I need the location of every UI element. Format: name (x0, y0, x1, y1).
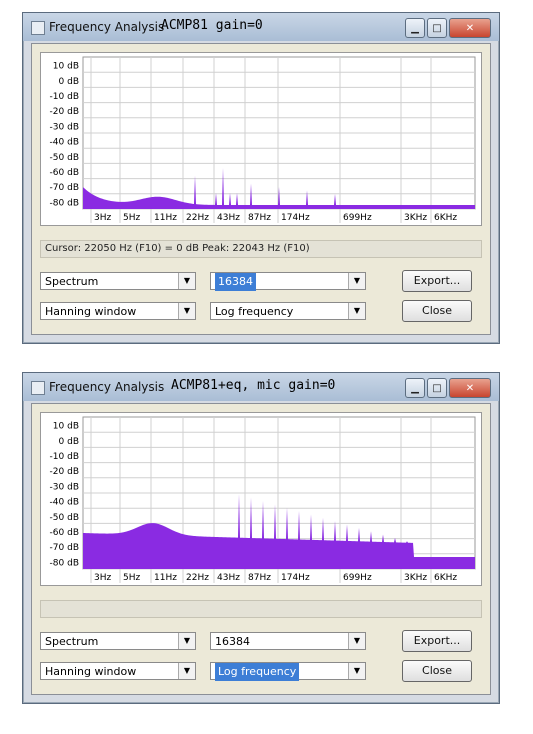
chevron-down-icon[interactable]: ▼ (178, 273, 195, 289)
y-tick-label: -20 dB (50, 467, 79, 477)
algorithm-value: Spectrum (45, 635, 99, 648)
status-bar: Cursor: 22050 Hz (F10) = 0 dB Peak: 2204… (40, 240, 482, 258)
frequency-analysis-window-2: Frequency Analysis ACMP81+eq, mic gain=0… (22, 372, 500, 704)
x-tick-label: 699Hz (343, 573, 372, 583)
client-area: 10 dB 0 dB -10 dB -20 dB -30 dB -40 dB -50 dB -… (31, 43, 491, 335)
y-tick-label: -10 dB (50, 92, 79, 102)
axis-select[interactable]: Log frequency ▼ (210, 662, 366, 681)
window-title: Frequency Analysis (49, 380, 165, 394)
chevron-down-icon[interactable]: ▼ (348, 633, 365, 649)
x-tick-label: 87Hz (248, 573, 271, 583)
y-tick-label: -70 dB (50, 183, 79, 193)
app-icon (31, 381, 45, 395)
x-tick-label: 22Hz (186, 213, 209, 223)
close-button[interactable]: Close (402, 300, 472, 322)
chevron-down-icon[interactable]: ▼ (348, 273, 365, 289)
spectrum-plot[interactable]: 10 dB 0 dB -10 dB -20 dB -30 dB -40 dB -50 dB -… (40, 52, 482, 226)
y-tick-label: -60 dB (50, 528, 79, 538)
chevron-down-icon[interactable]: ▼ (348, 303, 365, 319)
x-tick-label: 6KHz (434, 213, 457, 223)
algorithm-select[interactable]: Spectrum ▼ (40, 632, 196, 650)
x-tick-label: 174Hz (281, 213, 310, 223)
close-window-button[interactable]: ✕ (449, 18, 491, 38)
y-tick-label: -50 dB (50, 513, 79, 523)
overlay-label: ACMP81+eq, mic gain=0 (171, 378, 336, 393)
x-tick-label: 3KHz (404, 573, 427, 583)
algorithm-select[interactable]: Spectrum ▼ (40, 272, 196, 290)
chevron-down-icon[interactable]: ▼ (178, 633, 195, 649)
x-tick-label: 699Hz (343, 213, 372, 223)
export-button[interactable]: Export... (402, 630, 472, 652)
y-tick-label: -60 dB (50, 168, 79, 178)
x-tick-label: 22Hz (186, 573, 209, 583)
window-function-value: Hanning window (45, 665, 137, 678)
spectrum-graph: 10 dB 0 dB -10 dB -20 dB -30 dB -40 dB -50 dB -… (50, 56, 476, 223)
axis-value: Log frequency (215, 305, 294, 318)
y-tick-label: -40 dB (50, 138, 79, 148)
spectrum-graph: 10 dB 0 dB -10 dB -20 dB -30 dB -40 dB -50 dB -… (50, 416, 476, 583)
y-tick-label: 0 dB (59, 77, 79, 87)
chevron-down-icon[interactable]: ▼ (178, 303, 195, 319)
x-tick-label: 174Hz (281, 573, 310, 583)
close-window-button[interactable]: ✕ (449, 378, 491, 398)
title-bar[interactable]: Frequency Analysis ACMP81+eq, mic gain=0… (23, 373, 499, 401)
size-select[interactable]: 16384 ▼ (210, 632, 366, 650)
y-tick-label: 10 dB (53, 422, 79, 432)
window-function-select[interactable]: Hanning window ▼ (40, 302, 196, 320)
size-value: 16384 (215, 635, 250, 648)
size-value: 16384 (215, 273, 256, 291)
y-tick-label: -80 dB (50, 558, 79, 568)
frequency-analysis-window-1: Frequency Analysis ACMP81 gain=0 ▁ □ ✕ 1… (22, 12, 500, 344)
minimize-button[interactable]: ▁ (405, 378, 425, 398)
y-tick-label: -20 dB (50, 107, 79, 117)
x-tick-label: 43Hz (217, 213, 240, 223)
maximize-button[interactable]: □ (427, 18, 447, 38)
overlay-label: ACMP81 gain=0 (161, 18, 263, 33)
x-tick-label: 3KHz (404, 213, 427, 223)
x-tick-label: 5Hz (123, 573, 140, 583)
y-tick-label: -30 dB (50, 482, 79, 492)
x-tick-label: 6KHz (434, 573, 457, 583)
title-bar[interactable]: Frequency Analysis ACMP81 gain=0 ▁ □ ✕ (23, 13, 499, 41)
spectrum-plot[interactable]: 10 dB 0 dB -10 dB -20 dB -30 dB -40 dB -50 dB -… (40, 412, 482, 586)
app-icon (31, 21, 45, 35)
close-button[interactable]: Close (402, 660, 472, 682)
x-tick-label: 3Hz (94, 573, 111, 583)
x-tick-label: 3Hz (94, 213, 111, 223)
y-tick-label: -70 dB (50, 543, 79, 553)
window-function-select[interactable]: Hanning window ▼ (40, 662, 196, 680)
minimize-button[interactable]: ▁ (405, 18, 425, 38)
window-function-value: Hanning window (45, 305, 137, 318)
status-bar (40, 600, 482, 618)
x-tick-label: 11Hz (154, 573, 177, 583)
y-tick-label: -30 dB (50, 122, 79, 132)
y-tick-label: 10 dB (53, 62, 79, 72)
size-select[interactable]: 16384 ▼ (210, 272, 366, 291)
x-tick-label: 43Hz (217, 573, 240, 583)
window-title: Frequency Analysis (49, 20, 165, 34)
chevron-down-icon[interactable]: ▼ (178, 663, 195, 679)
x-tick-label: 11Hz (154, 213, 177, 223)
export-button[interactable]: Export... (402, 270, 472, 292)
x-tick-label: 5Hz (123, 213, 140, 223)
x-tick-label: 87Hz (248, 213, 271, 223)
y-tick-label: -10 dB (50, 452, 79, 462)
y-tick-label: -80 dB (50, 198, 79, 208)
client-area: 10 dB 0 dB -10 dB -20 dB -30 dB -40 dB -50 dB -… (31, 403, 491, 695)
y-tick-label: -50 dB (50, 153, 79, 163)
algorithm-value: Spectrum (45, 275, 99, 288)
y-tick-label: -40 dB (50, 498, 79, 508)
axis-select[interactable]: Log frequency ▼ (210, 302, 366, 320)
maximize-button[interactable]: □ (427, 378, 447, 398)
y-tick-label: 0 dB (59, 437, 79, 447)
chevron-down-icon[interactable]: ▼ (348, 663, 365, 679)
axis-value: Log frequency (215, 663, 300, 681)
